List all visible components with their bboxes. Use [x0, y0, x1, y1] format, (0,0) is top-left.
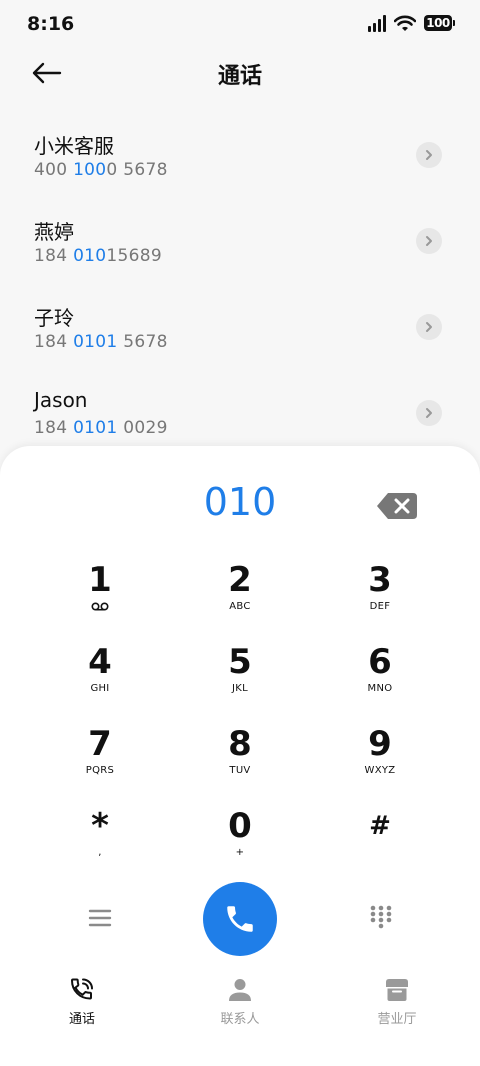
nav-item-contacts[interactable]: 联系人 — [190, 976, 290, 1027]
contact-detail-button[interactable] — [416, 228, 442, 254]
signal-icon — [368, 14, 386, 32]
status-time: 8:16 — [27, 13, 75, 35]
contact-number: 400 1000 5678 — [34, 160, 168, 180]
contact-name: Jason — [34, 388, 88, 412]
chevron-right-icon — [426, 408, 432, 418]
list-item[interactable]: Jason 184 0101 0029 — [0, 370, 480, 456]
key-hash[interactable]: # — [310, 798, 450, 880]
wifi-icon — [394, 15, 416, 31]
header: 通话 — [0, 50, 480, 96]
key-7[interactable]: 7 PQRS — [30, 716, 170, 798]
contact-detail-button[interactable] — [416, 314, 442, 340]
key-6[interactable]: 6 MNO — [310, 634, 450, 716]
dialpad-icon — [370, 905, 392, 929]
contact-list: 小米客服 400 1000 5678 燕婷 184 01015689 子玲 18… — [0, 112, 480, 456]
dial-panel: 010 1 2 ABC 3 DEF 4 GHI 5 JKL 6 MNO 7 PQ… — [0, 446, 480, 1066]
phone-screen: 8:16 100 通话 小米客服 400 1000 5678 燕婷 184 01… — [0, 0, 480, 1066]
contact-name: 子玲 — [34, 306, 74, 330]
contact-number: 184 0101 5678 — [34, 332, 168, 352]
contact-name: 燕婷 — [34, 220, 74, 244]
backspace-icon — [377, 493, 417, 519]
phone-calls-icon — [70, 978, 93, 1000]
menu-icon — [88, 909, 112, 927]
nav-item-calls[interactable]: 通话 — [32, 976, 132, 1027]
key-8[interactable]: 8 TUV — [170, 716, 310, 798]
key-3[interactable]: 3 DEF — [310, 552, 450, 634]
key-star[interactable]: * , — [30, 798, 170, 880]
chevron-right-icon — [426, 322, 432, 332]
chevron-right-icon — [426, 236, 432, 246]
contact-detail-button[interactable] — [416, 142, 442, 168]
dialpad-toggle-button[interactable] — [369, 904, 393, 930]
list-item[interactable]: 子玲 184 0101 5678 — [0, 284, 480, 370]
menu-button[interactable] — [86, 906, 114, 930]
contact-number: 184 01015689 — [34, 246, 163, 266]
status-bar: 8:16 100 — [0, 0, 480, 50]
bottom-nav: 通话 联系人 营业厅 — [0, 976, 480, 1036]
key-1[interactable]: 1 — [30, 552, 170, 634]
key-5[interactable]: 5 JKL — [170, 634, 310, 716]
key-9[interactable]: 9 WXYZ — [310, 716, 450, 798]
person-icon — [229, 979, 251, 1001]
battery-icon: 100 — [424, 15, 455, 31]
status-icons: 100 — [368, 14, 455, 32]
contact-name: 小米客服 — [34, 134, 114, 158]
contact-number: 184 0101 0029 — [34, 418, 168, 438]
chevron-right-icon — [426, 150, 432, 160]
page-title: 通话 — [217, 64, 262, 89]
key-4[interactable]: 4 GHI — [30, 634, 170, 716]
phone-icon — [227, 906, 253, 932]
contact-detail-button[interactable] — [416, 400, 442, 426]
key-0[interactable]: 0 + — [170, 798, 310, 880]
key-2[interactable]: 2 ABC — [170, 552, 310, 634]
store-icon — [386, 979, 408, 1001]
backspace-button[interactable] — [376, 492, 418, 520]
voicemail-icon — [91, 602, 109, 611]
nav-item-store[interactable]: 营业厅 — [347, 976, 447, 1027]
list-item[interactable]: 小米客服 400 1000 5678 — [0, 112, 480, 198]
list-item[interactable]: 燕婷 184 01015689 — [0, 198, 480, 284]
call-button[interactable] — [203, 882, 277, 956]
